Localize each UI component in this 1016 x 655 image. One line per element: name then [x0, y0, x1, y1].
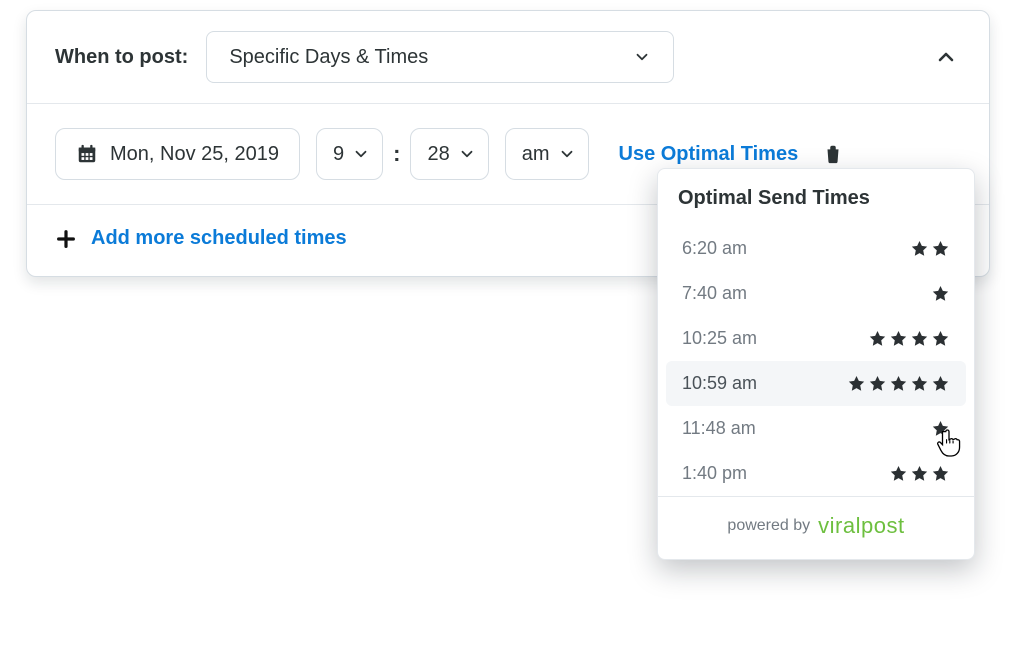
star-icon [889, 329, 908, 348]
star-icon [868, 374, 887, 393]
star-rating [931, 419, 950, 438]
chevron-down-icon [458, 145, 476, 163]
calendar-icon [76, 143, 98, 165]
optimal-time-option[interactable]: 10:59 am [666, 361, 966, 406]
delete-schedule-button[interactable] [822, 143, 844, 165]
schedule-mode-value: Specific Days & Times [229, 46, 428, 69]
star-icon [931, 374, 950, 393]
optimal-send-times-popover: Optimal Send Times 6:20 am 7:40 am 10:25 a… [657, 168, 975, 560]
powered-by-label: powered by [727, 517, 810, 535]
star-rating [910, 239, 950, 258]
when-to-post-label: When to post: [55, 46, 188, 69]
chevron-up-icon [934, 45, 958, 69]
star-icon [931, 464, 950, 483]
star-icon [931, 419, 950, 438]
chevron-down-icon [352, 145, 370, 163]
star-icon [889, 464, 908, 483]
star-icon [847, 374, 866, 393]
star-icon [910, 239, 929, 258]
chevron-down-icon [633, 48, 651, 66]
collapse-button[interactable] [931, 42, 961, 72]
optimal-time-option[interactable]: 10:25 am [666, 316, 966, 361]
star-rating [847, 374, 950, 393]
star-icon [931, 239, 950, 258]
optimal-time-option[interactable]: 1:40 pm [666, 451, 966, 496]
chevron-down-icon [558, 145, 576, 163]
time-colon: : [393, 141, 400, 167]
star-icon [910, 464, 929, 483]
optimal-time-option[interactable]: 11:48 am [666, 406, 966, 451]
add-more-scheduled-times-link[interactable]: Add more scheduled times [91, 227, 347, 250]
use-optimal-times-link[interactable]: Use Optimal Times [619, 143, 799, 166]
optimal-time-label: 6:20 am [682, 238, 747, 259]
schedule-mode-select[interactable]: Specific Days & Times [206, 31, 674, 83]
optimal-time-list: 6:20 am 7:40 am 10:25 am 10:59 am 11:48 am 1:… [658, 226, 974, 496]
star-icon [910, 329, 929, 348]
optimal-time-label: 10:59 am [682, 373, 757, 394]
optimal-time-label: 7:40 am [682, 283, 747, 304]
star-rating [889, 464, 950, 483]
popover-title: Optimal Send Times [658, 169, 974, 226]
minute-value: 28 [427, 143, 449, 166]
popover-footer: powered by viralpost [658, 496, 974, 559]
star-icon [910, 374, 929, 393]
star-icon [868, 329, 887, 348]
star-icon [931, 329, 950, 348]
ampm-value: am [522, 143, 550, 166]
card-header: When to post: Specific Days & Times [27, 11, 989, 104]
ampm-select[interactable]: am [505, 128, 589, 180]
plus-icon [55, 228, 77, 250]
minute-select[interactable]: 28 [410, 128, 488, 180]
star-rating [868, 329, 950, 348]
optimal-time-label: 10:25 am [682, 328, 757, 349]
hour-value: 9 [333, 143, 344, 166]
date-picker[interactable]: Mon, Nov 25, 2019 [55, 128, 300, 180]
star-rating [931, 284, 950, 303]
date-value: Mon, Nov 25, 2019 [110, 143, 279, 166]
optimal-time-option[interactable]: 7:40 am [666, 271, 966, 316]
optimal-time-option[interactable]: 6:20 am [666, 226, 966, 271]
star-icon [931, 284, 950, 303]
viralpost-brand: viralpost [818, 513, 904, 539]
hour-select[interactable]: 9 [316, 128, 383, 180]
optimal-time-label: 1:40 pm [682, 463, 747, 484]
star-icon [889, 374, 908, 393]
optimal-time-label: 11:48 am [682, 418, 756, 439]
